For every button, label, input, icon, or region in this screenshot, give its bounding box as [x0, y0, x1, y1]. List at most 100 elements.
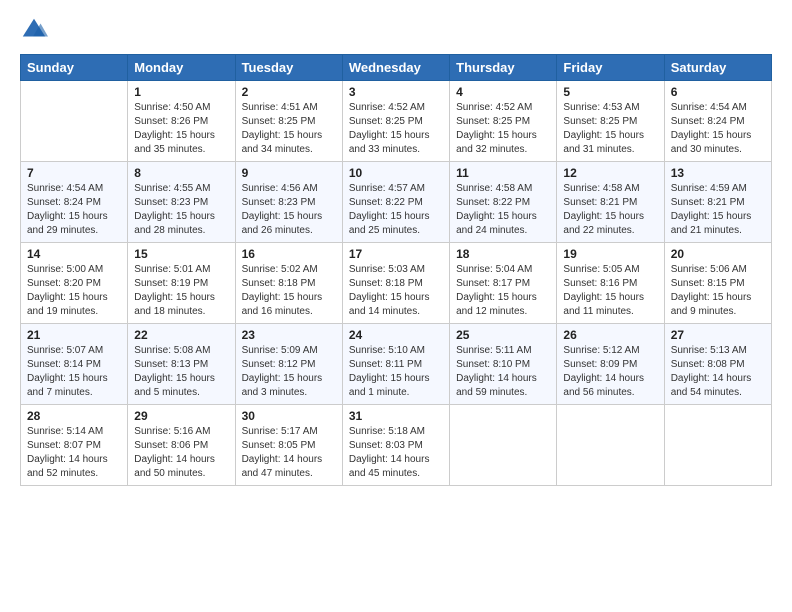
- day-cell: 29 Sunrise: 5:16 AM Sunset: 8:06 PM Dayli…: [128, 405, 235, 486]
- day-info: Sunrise: 4:56 AM Sunset: 8:23 PM Dayligh…: [242, 182, 336, 238]
- day-number: 25: [456, 328, 550, 342]
- day-cell: 25 Sunrise: 5:11 AM Sunset: 8:10 PM Dayli…: [450, 324, 557, 405]
- day-number: 28: [27, 409, 121, 423]
- day-cell: 28 Sunrise: 5:14 AM Sunset: 8:07 PM Dayli…: [21, 405, 128, 486]
- day-cell: 3 Sunrise: 4:52 AM Sunset: 8:25 PM Daylig…: [342, 81, 449, 162]
- day-info: Sunrise: 5:04 AM Sunset: 8:17 PM Dayligh…: [456, 263, 550, 319]
- day-cell: 2 Sunrise: 4:51 AM Sunset: 8:25 PM Daylig…: [235, 81, 342, 162]
- day-cell: 19 Sunrise: 5:05 AM Sunset: 8:16 PM Dayli…: [557, 243, 664, 324]
- day-info: Sunrise: 5:06 AM Sunset: 8:15 PM Dayligh…: [671, 263, 765, 319]
- day-number: 19: [563, 247, 657, 261]
- day-number: 27: [671, 328, 765, 342]
- page: SundayMondayTuesdayWednesdayThursdayFrid…: [0, 0, 792, 506]
- day-cell: 15 Sunrise: 5:01 AM Sunset: 8:19 PM Dayli…: [128, 243, 235, 324]
- day-cell: 31 Sunrise: 5:18 AM Sunset: 8:03 PM Dayli…: [342, 405, 449, 486]
- week-row-1: 1 Sunrise: 4:50 AM Sunset: 8:26 PM Daylig…: [21, 81, 772, 162]
- day-info: Sunrise: 4:51 AM Sunset: 8:25 PM Dayligh…: [242, 101, 336, 157]
- header: [20, 16, 772, 44]
- day-info: Sunrise: 5:08 AM Sunset: 8:13 PM Dayligh…: [134, 344, 228, 400]
- day-cell: 13Sunrise: 4:59 AM Sunset: 8:21 PM Dayli…: [664, 162, 771, 243]
- day-cell: 18 Sunrise: 5:04 AM Sunset: 8:17 PM Dayli…: [450, 243, 557, 324]
- day-info: Sunrise: 5:00 AM Sunset: 8:20 PM Dayligh…: [27, 263, 121, 319]
- day-info: Sunrise: 5:09 AM Sunset: 8:12 PM Dayligh…: [242, 344, 336, 400]
- day-number: 12: [563, 166, 657, 180]
- calendar-table: SundayMondayTuesdayWednesdayThursdayFrid…: [20, 54, 772, 486]
- day-cell: 11 Sunrise: 4:58 AM Sunset: 8:22 PM Dayli…: [450, 162, 557, 243]
- day-cell: 20 Sunrise: 5:06 AM Sunset: 8:15 PM Dayli…: [664, 243, 771, 324]
- day-info: Sunrise: 4:58 AM Sunset: 8:21 PM Dayligh…: [563, 182, 657, 238]
- day-info: Sunrise: 4:54 AM Sunset: 8:24 PM Dayligh…: [27, 182, 121, 238]
- day-cell: 8 Sunrise: 4:55 AM Sunset: 8:23 PM Daylig…: [128, 162, 235, 243]
- logo: [20, 16, 52, 44]
- day-number: 29: [134, 409, 228, 423]
- weekday-header-saturday: Saturday: [664, 55, 771, 81]
- day-cell: [450, 405, 557, 486]
- day-cell: 6 Sunrise: 4:54 AM Sunset: 8:24 PM Daylig…: [664, 81, 771, 162]
- day-info: Sunrise: 4:50 AM Sunset: 8:26 PM Dayligh…: [134, 101, 228, 157]
- day-number: 17: [349, 247, 443, 261]
- day-info: Sunrise: 5:01 AM Sunset: 8:19 PM Dayligh…: [134, 263, 228, 319]
- day-number: 11: [456, 166, 550, 180]
- week-row-3: 14 Sunrise: 5:00 AM Sunset: 8:20 PM Dayli…: [21, 243, 772, 324]
- day-cell: [557, 405, 664, 486]
- day-number: 23: [242, 328, 336, 342]
- day-info: Sunrise: 5:11 AM Sunset: 8:10 PM Dayligh…: [456, 344, 550, 400]
- day-info: Sunrise: 5:03 AM Sunset: 8:18 PM Dayligh…: [349, 263, 443, 319]
- day-number: 24: [349, 328, 443, 342]
- day-cell: 1 Sunrise: 4:50 AM Sunset: 8:26 PM Daylig…: [128, 81, 235, 162]
- day-cell: 26Sunrise: 5:12 AM Sunset: 8:09 PM Dayli…: [557, 324, 664, 405]
- day-number: 30: [242, 409, 336, 423]
- day-number: 5: [563, 85, 657, 99]
- day-cell: 21 Sunrise: 5:07 AM Sunset: 8:14 PM Dayli…: [21, 324, 128, 405]
- day-info: Sunrise: 5:16 AM Sunset: 8:06 PM Dayligh…: [134, 425, 228, 481]
- day-cell: 16Sunrise: 5:02 AM Sunset: 8:18 PM Dayli…: [235, 243, 342, 324]
- day-number: 22: [134, 328, 228, 342]
- weekday-header-tuesday: Tuesday: [235, 55, 342, 81]
- day-number: 20: [671, 247, 765, 261]
- day-info: Sunrise: 4:52 AM Sunset: 8:25 PM Dayligh…: [349, 101, 443, 157]
- day-info: Sunrise: 5:18 AM Sunset: 8:03 PM Dayligh…: [349, 425, 443, 481]
- day-cell: 4Sunrise: 4:52 AM Sunset: 8:25 PM Daylig…: [450, 81, 557, 162]
- day-info: Sunrise: 4:54 AM Sunset: 8:24 PM Dayligh…: [671, 101, 765, 157]
- day-cell: 14 Sunrise: 5:00 AM Sunset: 8:20 PM Dayli…: [21, 243, 128, 324]
- day-cell: 30Sunrise: 5:17 AM Sunset: 8:05 PM Dayli…: [235, 405, 342, 486]
- day-number: 3: [349, 85, 443, 99]
- day-number: 15: [134, 247, 228, 261]
- day-number: 26: [563, 328, 657, 342]
- day-info: Sunrise: 4:53 AM Sunset: 8:25 PM Dayligh…: [563, 101, 657, 157]
- day-info: Sunrise: 5:14 AM Sunset: 8:07 PM Dayligh…: [27, 425, 121, 481]
- day-number: 9: [242, 166, 336, 180]
- day-number: 13: [671, 166, 765, 180]
- day-number: 2: [242, 85, 336, 99]
- day-cell: 27Sunrise: 5:13 AM Sunset: 8:08 PM Dayli…: [664, 324, 771, 405]
- day-number: 16: [242, 247, 336, 261]
- weekday-header-thursday: Thursday: [450, 55, 557, 81]
- day-number: 14: [27, 247, 121, 261]
- day-number: 18: [456, 247, 550, 261]
- day-info: Sunrise: 4:55 AM Sunset: 8:23 PM Dayligh…: [134, 182, 228, 238]
- day-number: 31: [349, 409, 443, 423]
- day-cell: 22 Sunrise: 5:08 AM Sunset: 8:13 PM Dayli…: [128, 324, 235, 405]
- day-info: Sunrise: 4:52 AM Sunset: 8:25 PM Dayligh…: [456, 101, 550, 157]
- day-cell: 23 Sunrise: 5:09 AM Sunset: 8:12 PM Dayli…: [235, 324, 342, 405]
- day-info: Sunrise: 5:07 AM Sunset: 8:14 PM Dayligh…: [27, 344, 121, 400]
- day-cell: 12 Sunrise: 4:58 AM Sunset: 8:21 PM Dayli…: [557, 162, 664, 243]
- day-info: Sunrise: 4:57 AM Sunset: 8:22 PM Dayligh…: [349, 182, 443, 238]
- day-info: Sunrise: 5:05 AM Sunset: 8:16 PM Dayligh…: [563, 263, 657, 319]
- day-number: 1: [134, 85, 228, 99]
- weekday-header-friday: Friday: [557, 55, 664, 81]
- day-number: 7: [27, 166, 121, 180]
- week-row-4: 21 Sunrise: 5:07 AM Sunset: 8:14 PM Dayli…: [21, 324, 772, 405]
- day-cell: 5 Sunrise: 4:53 AM Sunset: 8:25 PM Daylig…: [557, 81, 664, 162]
- day-number: 21: [27, 328, 121, 342]
- day-info: Sunrise: 4:58 AM Sunset: 8:22 PM Dayligh…: [456, 182, 550, 238]
- day-cell: 10Sunrise: 4:57 AM Sunset: 8:22 PM Dayli…: [342, 162, 449, 243]
- day-cell: [21, 81, 128, 162]
- logo-icon: [20, 16, 48, 44]
- weekday-header-monday: Monday: [128, 55, 235, 81]
- week-row-5: 28 Sunrise: 5:14 AM Sunset: 8:07 PM Dayli…: [21, 405, 772, 486]
- day-cell: 9 Sunrise: 4:56 AM Sunset: 8:23 PM Daylig…: [235, 162, 342, 243]
- day-cell: 24Sunrise: 5:10 AM Sunset: 8:11 PM Dayli…: [342, 324, 449, 405]
- day-number: 8: [134, 166, 228, 180]
- day-number: 6: [671, 85, 765, 99]
